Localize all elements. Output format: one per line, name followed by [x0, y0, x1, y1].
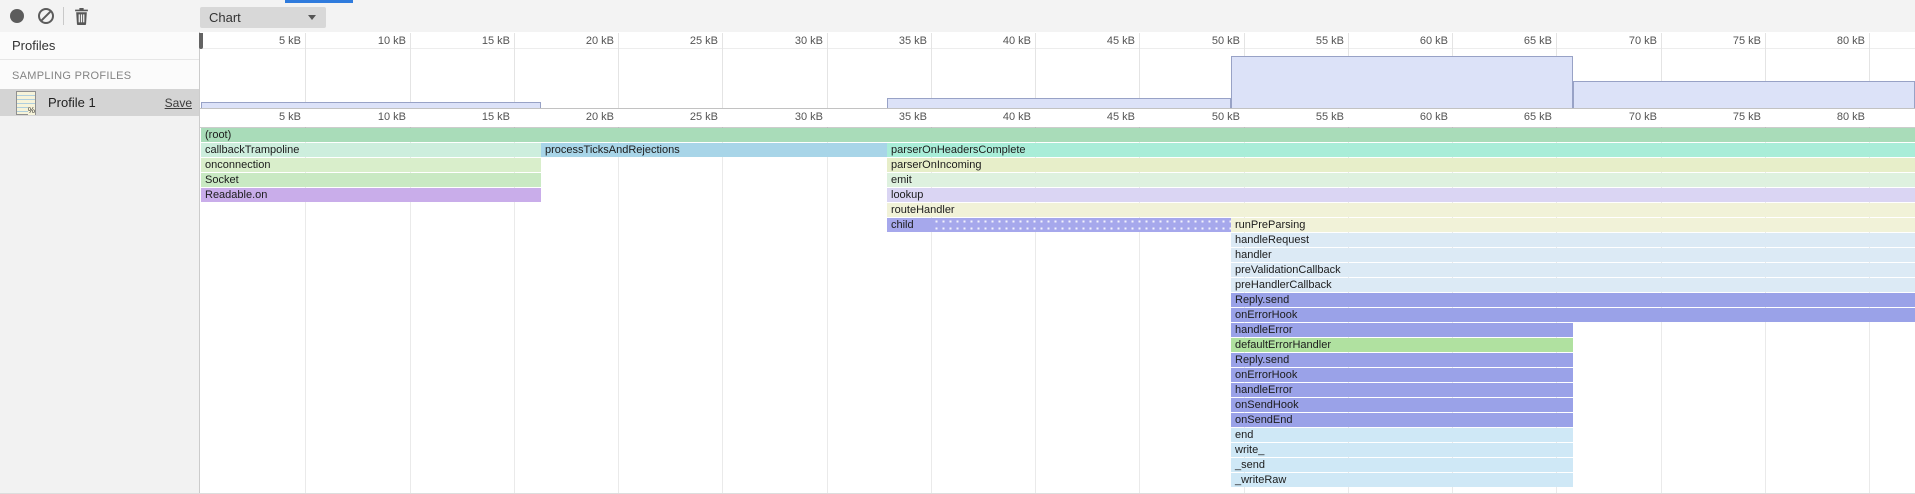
chevron-down-icon: [308, 15, 316, 20]
flame-ruler-tick-label: 15 kB: [450, 111, 510, 123]
flame-frame-parseronheaderscomplete[interactable]: parserOnHeadersComplete: [887, 143, 1915, 157]
gridline: [931, 33, 932, 108]
flame-frame-routehandler[interactable]: routeHandler: [887, 203, 1915, 217]
flame-frame-defaulterrorhandler[interactable]: defaultErrorHandler: [1231, 338, 1573, 352]
toolbar: Chart: [0, 0, 1915, 33]
flame-frame-end[interactable]: end: [1231, 428, 1573, 442]
sidebar-divider: [0, 59, 199, 60]
flame-frame-handler[interactable]: handler: [1231, 248, 1915, 262]
flame-frame-readable-on[interactable]: Readable.on: [201, 188, 541, 202]
flame-ruler-tick-label: 10 kB: [346, 111, 406, 123]
flame-ruler-tick-label: 40 kB: [971, 111, 1031, 123]
flame-frame-prevalidationcallback[interactable]: preValidationCallback: [1231, 263, 1915, 277]
flame-ruler-tick-label: 55 kB: [1284, 111, 1344, 123]
flame-ruler-tick-label: 50 kB: [1180, 111, 1240, 123]
flame-frame-handleerror[interactable]: handleError: [1231, 383, 1573, 397]
overview-ruler-tick-label: 20 kB: [554, 35, 614, 47]
sampling-profiles-section-label: SAMPLING PROFILES: [12, 70, 131, 82]
flame-ruler-tick-label: 30 kB: [763, 111, 823, 123]
profile-name: Profile 1: [48, 95, 96, 110]
sidebar-item-profile-1[interactable]: % Profile 1 Save: [0, 89, 199, 116]
chart-view-select[interactable]: Chart: [200, 7, 326, 28]
gridline: [1139, 33, 1140, 108]
flame-ruler-tick-label: 70 kB: [1597, 111, 1657, 123]
flame-ruler-tick-label: 65 kB: [1492, 111, 1552, 123]
flame-ruler-tick-label: 35 kB: [867, 111, 927, 123]
gridline: [618, 33, 619, 108]
flame-frame-root[interactable]: (root): [201, 128, 1915, 142]
gridline: [305, 33, 306, 108]
flame-ruler-tick-label: 5 kB: [241, 111, 301, 123]
gridline: [618, 127, 619, 493]
gridline: [514, 33, 515, 108]
profiles-header: Profiles: [12, 38, 55, 53]
selected-tab-indicator: [285, 0, 353, 3]
overview-ruler-tick-label: 65 kB: [1492, 35, 1552, 47]
overview-ruler-tick-label: 70 kB: [1597, 35, 1657, 47]
overview-ruler-tick-label: 75 kB: [1701, 35, 1761, 47]
flame-frame-processticksandrejections[interactable]: processTicksAndRejections: [541, 143, 887, 157]
flame-frame-prehandlercallback[interactable]: preHandlerCallback: [1231, 278, 1915, 292]
flame-frame-runpreparsing[interactable]: runPreParsing: [1231, 218, 1915, 232]
overview-ruler-tick-label: 80 kB: [1805, 35, 1865, 47]
flame-ruler-tick-label: 20 kB: [554, 111, 614, 123]
flame-frame-onconnection[interactable]: onconnection: [201, 158, 541, 172]
overview-area-step: [1573, 81, 1915, 108]
gridline: [410, 33, 411, 108]
flame-frame-child[interactable]: child: [887, 218, 1231, 232]
gridline: [827, 33, 828, 108]
flame-frame-callbacktrampoline[interactable]: callbackTrampoline: [201, 143, 541, 157]
sidebar-empty-area: [0, 116, 199, 493]
profile-document-icon: %: [16, 91, 36, 115]
overview-ruler-tick-label: 45 kB: [1075, 35, 1135, 47]
overview-area-step: [887, 98, 1231, 108]
trash-icon[interactable]: [74, 8, 89, 30]
overview-ruler-tick-label: 10 kB: [346, 35, 406, 47]
flame-frame-write[interactable]: write_: [1231, 443, 1573, 457]
flame-ruler-tick-label: 75 kB: [1701, 111, 1761, 123]
overview-ruler-tick-label: 60 kB: [1388, 35, 1448, 47]
record-icon[interactable]: [10, 9, 24, 23]
overview-ruler-tick-label: 30 kB: [763, 35, 823, 47]
gridline: [1035, 33, 1036, 108]
overview-ruler-tick-label: 50 kB: [1180, 35, 1240, 47]
overview-ruler-tick-label: 55 kB: [1284, 35, 1344, 47]
flame-frame-onsendend[interactable]: onSendEnd: [1231, 413, 1573, 427]
flame-frame-reply-send[interactable]: Reply.send: [1231, 293, 1915, 307]
flame-frame-lookup[interactable]: lookup: [887, 188, 1915, 202]
gridline: [722, 127, 723, 493]
overview-area-step: [201, 102, 541, 108]
overview-ruler-tick-label: 40 kB: [971, 35, 1031, 47]
flame-ruler-tick-label: 60 kB: [1388, 111, 1448, 123]
flame-frame-socket[interactable]: Socket: [201, 173, 541, 187]
flame-frame-send[interactable]: _send: [1231, 458, 1573, 472]
flame-frame-onsendhook[interactable]: onSendHook: [1231, 398, 1573, 412]
gridline: [722, 33, 723, 108]
flame-frame-onerrorhook[interactable]: onErrorHook: [1231, 368, 1573, 382]
flame-ruler-tick-label: 80 kB: [1805, 111, 1865, 123]
sidebar: Profiles SAMPLING PROFILES % Profile 1 S…: [0, 32, 200, 493]
clear-icon[interactable]: [38, 8, 54, 24]
overview-ruler-tick-label: 15 kB: [450, 35, 510, 47]
overview-ruler-tick-label: 35 kB: [867, 35, 927, 47]
overview-ruler-tick-label: 5 kB: [241, 35, 301, 47]
chart-view-select-value: Chart: [209, 10, 241, 25]
overview-ruler-tick-label: 25 kB: [658, 35, 718, 47]
toolbar-separator: [63, 7, 64, 25]
overview-ruler-border: [200, 48, 1915, 49]
flame-frame-handlerequest[interactable]: handleRequest: [1231, 233, 1915, 247]
flame-frame-parseronincoming[interactable]: parserOnIncoming: [887, 158, 1915, 172]
gridline: [827, 127, 828, 493]
flame-frame-onerrorhook[interactable]: onErrorHook: [1231, 308, 1915, 322]
flame-frame-writeraw[interactable]: _writeRaw: [1231, 473, 1573, 487]
flame-frame-emit[interactable]: emit: [887, 173, 1915, 187]
profiler-panel: Chart Profiles SAMPLING PROFILES % Profi…: [0, 0, 1915, 494]
flame-frame-reply-send[interactable]: Reply.send: [1231, 353, 1573, 367]
flame-ruler-tick-label: 25 kB: [658, 111, 718, 123]
flame-frame-handleerror[interactable]: handleError: [1231, 323, 1573, 337]
overview-window-resizer[interactable]: [199, 33, 203, 49]
overview-area-step: [1231, 56, 1573, 108]
flame-ruler-tick-label: 45 kB: [1075, 111, 1135, 123]
save-link[interactable]: Save: [165, 96, 192, 110]
